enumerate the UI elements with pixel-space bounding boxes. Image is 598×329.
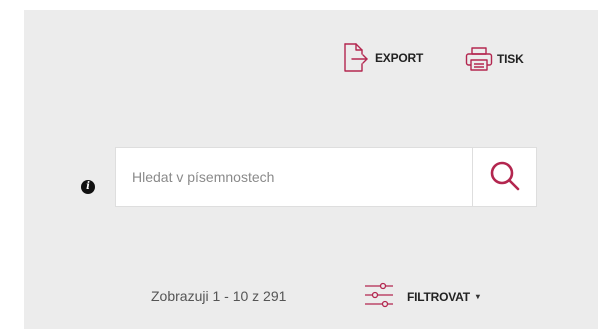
info-icon[interactable]: i [81, 180, 95, 194]
print-label: TISK [497, 52, 524, 66]
file-export-icon [343, 43, 369, 72]
sliders-icon [364, 282, 394, 311]
search-box [115, 147, 537, 207]
results-summary: Zobrazuji 1 - 10 z 291 [151, 288, 287, 304]
search-icon [488, 159, 522, 196]
filter-label: FILTROVAT [407, 289, 470, 304]
export-button[interactable]: EXPORT [343, 43, 423, 72]
search-button[interactable] [472, 148, 536, 206]
search-input[interactable] [116, 148, 472, 206]
search-panel: EXPORT TISK i Zobrazuji 1 - 10 z 291 [24, 10, 598, 329]
print-button[interactable]: TISK [465, 47, 524, 71]
export-label: EXPORT [375, 50, 424, 65]
filter-button[interactable]: FILTROVAT ▾ [364, 282, 480, 311]
chevron-down-icon: ▾ [475, 292, 480, 301]
printer-icon [465, 47, 493, 71]
